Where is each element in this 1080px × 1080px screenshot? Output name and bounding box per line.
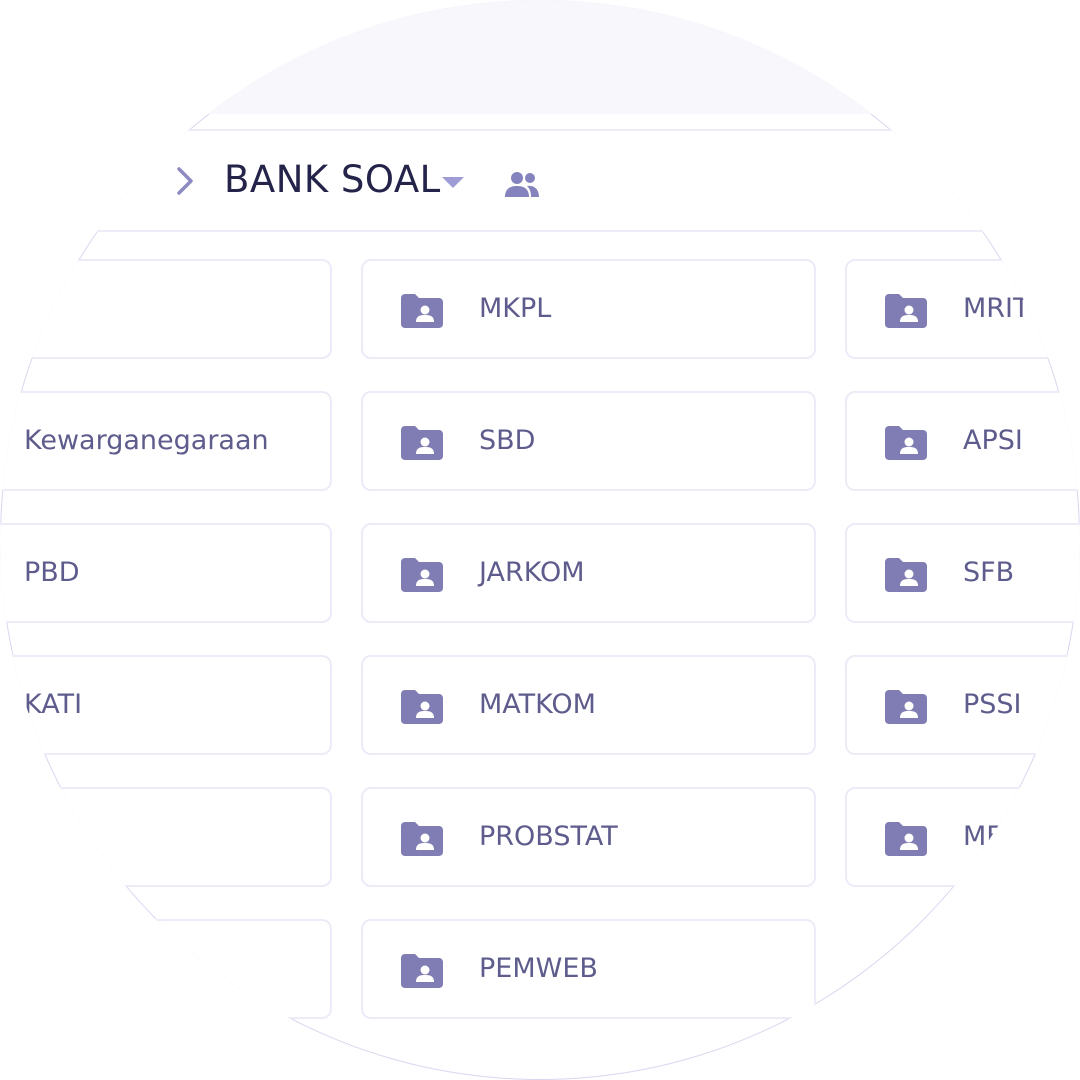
- folder-card[interactable]: MF: [845, 787, 1080, 887]
- folder-card[interactable]: PBD: [0, 523, 332, 623]
- shared-folder-icon: [401, 690, 443, 724]
- shared-folder-icon: [885, 690, 927, 724]
- breadcrumb-parent[interactable]: e: [80, 157, 103, 198]
- folder-name: MKPL: [479, 293, 552, 324]
- folder-card[interactable]: MKPL: [361, 259, 816, 359]
- folder-card[interactable]: [0, 919, 332, 1019]
- shared-folder-icon: [401, 426, 443, 460]
- folder-name: SBD: [479, 425, 536, 456]
- folder-card[interactable]: Kewarganegaraan: [0, 391, 332, 491]
- shared-folder-icon: [885, 822, 927, 856]
- shared-folder-icon: [401, 822, 443, 856]
- folder-card[interactable]: PROBSTAT: [361, 787, 816, 887]
- magnified-view: e BANK SOAL Kewarganegaraan PBD KATI MKPL SB…: [0, 0, 1080, 1080]
- folder-name: SFB: [963, 557, 1015, 588]
- top-bar: [0, 0, 1080, 114]
- folder-name: PROBSTAT: [479, 821, 618, 852]
- shared-folder-icon: [885, 294, 927, 328]
- folder-card[interactable]: SFB: [845, 523, 1080, 623]
- folder-name: PSSI: [963, 689, 1022, 720]
- shared-folder-icon: [885, 426, 927, 460]
- shared-folder-icon: [885, 558, 927, 592]
- shared-folder-icon: [401, 558, 443, 592]
- folder-card[interactable]: [0, 259, 332, 359]
- people-icon[interactable]: [503, 170, 541, 198]
- folder-name: MRIT: [963, 293, 1030, 324]
- shared-folder-icon: [401, 294, 443, 328]
- folder-name: MF: [963, 821, 1002, 852]
- folder-name: MATKOM: [479, 689, 596, 720]
- folder-card[interactable]: APSI: [845, 391, 1080, 491]
- folder-card[interactable]: MRIT: [845, 259, 1080, 359]
- caret-down-icon[interactable]: [441, 176, 465, 190]
- shared-folder-icon: [401, 954, 443, 988]
- folder-name: Kewarganegaraan: [24, 425, 269, 456]
- folder-name: PBD: [24, 557, 80, 588]
- folder-card[interactable]: MATKOM: [361, 655, 816, 755]
- folder-name: JARKOM: [479, 557, 585, 588]
- folder-card[interactable]: [0, 787, 332, 887]
- folder-card[interactable]: JARKOM: [361, 523, 816, 623]
- folder-card[interactable]: KATI: [0, 655, 332, 755]
- folder-name: APSI: [963, 425, 1023, 456]
- chevron-right-icon: [177, 167, 193, 195]
- breadcrumb-current[interactable]: BANK SOAL: [224, 158, 441, 201]
- folder-card[interactable]: PSSI: [845, 655, 1080, 755]
- folder-card[interactable]: PEMWEB: [361, 919, 816, 1019]
- folder-name: PEMWEB: [479, 953, 598, 984]
- folder-card[interactable]: SBD: [361, 391, 816, 491]
- folder-name: KATI: [24, 689, 83, 720]
